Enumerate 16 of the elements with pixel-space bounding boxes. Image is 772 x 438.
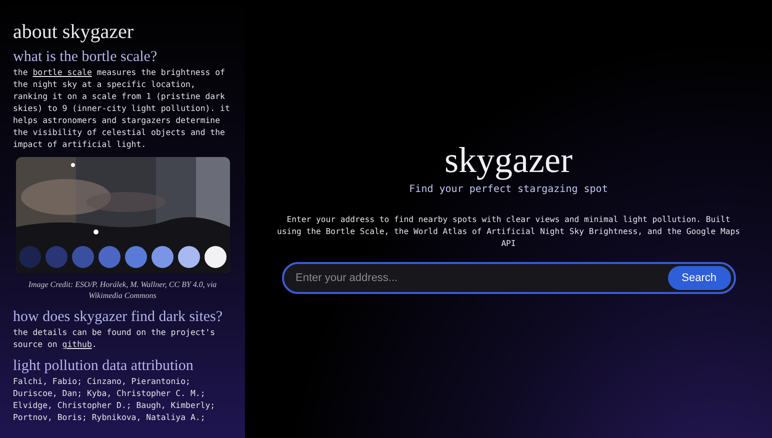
search-button[interactable]: Search — [668, 266, 730, 290]
sidebar-title: about skygazer — [13, 20, 135, 44]
address-search-field[interactable]: Enter your address... Search — [282, 262, 736, 294]
app-description: Enter your address to find nearby spots with clear views and minimal light pollution. Built using the Bortle Scale, the World Atlas of Artificial Night Sky Brightness, and the Google Maps API — [276, 213, 741, 249]
link[interactable]: bortle scale — [32, 67, 92, 77]
section-text: Falchi, Fabio; Cinzano, Pierantonio; Duriscoe, Dan; Kyba, Christopher C. M.; Elvidge, Christopher D.; Baugh, Kimberly; Portnov, Boris; Rybnikova, Nataliya A.; — [13, 375, 216, 423]
section-heading: how does skygazer find dark sites? — [13, 309, 224, 326]
link[interactable]: github — [62, 339, 92, 349]
app-title: skygazer — [444, 140, 572, 180]
section-heading: what is the bortle scale? — [13, 49, 158, 66]
app-subtitle: Find your perfect stargazing spot — [409, 183, 608, 197]
address-input[interactable]: Enter your address... — [296, 270, 668, 286]
section-heading: light pollution data attribution — [13, 358, 194, 375]
image-caption: Image Credit: ESO/P. Horálek, M. Wallner, CC BY 4.0, via Wikimedia Commons — [27, 279, 218, 301]
section-text: the details can be found on the project's source on github. — [13, 326, 216, 350]
section-text: the bortle scale measures the brightness of the night sky at a specific location, ranking it on a scale from 1 (pristine dark skies) to 9 (inner-city light pollution). it helps astronomers and stargazers determine the visibility of celestial objects and the impact of artificial light. — [13, 66, 231, 150]
